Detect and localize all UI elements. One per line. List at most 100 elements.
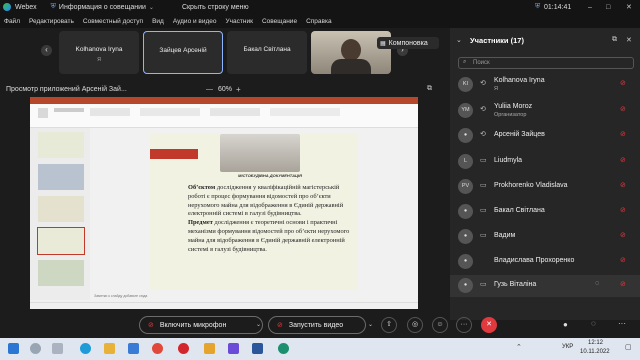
participant-row[interactable]: PV ▭ Prokhorenko Vladislava ⊘ xyxy=(450,176,640,198)
video-tile-name: Kolhanova Iryna xyxy=(75,46,123,53)
mic-muted-icon[interactable]: ⊘ xyxy=(620,79,626,87)
video-off-icon: ⊘ xyxy=(277,322,283,329)
video-tile-active[interactable]: Зайцев Арсеній xyxy=(143,31,223,74)
popout-icon[interactable]: ⧉ xyxy=(612,36,617,44)
prev-video-button[interactable]: ‹ xyxy=(41,45,52,56)
participant-name: Yuliia Moroz xyxy=(494,103,533,110)
layout-button[interactable]: ▦ Компоновка xyxy=(377,37,439,49)
slide-thumbnail[interactable] xyxy=(38,164,84,190)
edge-browser-icon[interactable] xyxy=(80,343,91,354)
chevron-down-icon[interactable]: ⌄ xyxy=(149,4,154,11)
video-tile[interactable]: Kolhanova Iryna Я xyxy=(59,31,139,74)
close-icon[interactable]: ✕ xyxy=(626,3,632,11)
slide-thumbnail[interactable] xyxy=(38,196,84,222)
participant-row[interactable]: KI ⟲ Kolhanova Iryna Я ⊘ xyxy=(450,74,640,96)
task-view-icon[interactable] xyxy=(52,343,63,354)
menu-meeting[interactable]: Совещание xyxy=(262,18,297,25)
mic-muted-icon: ⊘ xyxy=(148,322,154,329)
tray-chevron-icon[interactable]: ⌃ xyxy=(516,343,522,351)
mic-muted-icon[interactable]: ⊘ xyxy=(620,156,626,164)
mic-muted-icon[interactable]: ⊘ xyxy=(620,206,626,214)
slide-thumbnail-selected[interactable] xyxy=(37,227,85,255)
chat-icon[interactable]: ◌ xyxy=(591,319,596,328)
collapse-icon[interactable]: ⌄ xyxy=(456,36,462,44)
minimize-icon[interactable]: – xyxy=(588,4,592,11)
slide-text: дослідження є теоретичні основи і практи… xyxy=(188,219,350,253)
video-tile-sub: Я xyxy=(97,57,101,63)
participant-row[interactable]: ● ⟲ Арсеній Зайцев ⊘ xyxy=(450,125,640,147)
clock-time[interactable]: 12:12 xyxy=(588,340,603,346)
mic-muted-icon[interactable]: ⊘ xyxy=(620,231,626,239)
zoom-out-button[interactable]: — xyxy=(206,86,213,93)
person-video-body xyxy=(331,59,371,74)
maximize-icon[interactable]: □ xyxy=(606,4,610,11)
participant-role: Я xyxy=(494,86,498,92)
participant-name: Арсеній Зайцев xyxy=(494,131,545,138)
participants-icon[interactable]: ● xyxy=(563,320,568,329)
person-icon: ● xyxy=(458,229,473,244)
participant-row[interactable]: ● ▭ Бакал Світлана ⊘ xyxy=(450,201,640,223)
hide-menu-bar-button[interactable]: Скрыть строку меню xyxy=(182,4,249,11)
avatar: L xyxy=(458,154,473,169)
start-video-button[interactable]: ⊘ Запустить видео xyxy=(268,316,366,334)
video-tile[interactable]: Бакал Світлана xyxy=(227,31,307,74)
person-icon: ● xyxy=(458,278,473,293)
search-icon[interactable] xyxy=(30,343,41,354)
language-indicator[interactable]: УКР xyxy=(562,344,573,350)
menu-share[interactable]: Совместный доступ xyxy=(83,18,143,25)
mic-muted-icon[interactable]: ⊘ xyxy=(620,105,626,113)
menu-edit[interactable]: Редактировать xyxy=(29,18,74,25)
zoom-in-button[interactable]: + xyxy=(236,85,241,94)
record-button[interactable]: ◎ xyxy=(407,317,423,333)
word-icon[interactable] xyxy=(252,343,263,354)
menu-bar: Файл Редактировать Совместный доступ Вид… xyxy=(0,14,640,28)
participant-row[interactable]: L ▭ Liudmyla ⊘ xyxy=(450,151,640,173)
mic-muted-icon[interactable]: ⊘ xyxy=(620,256,626,264)
more-options-button[interactable]: ··· xyxy=(456,317,472,333)
webex-icon[interactable] xyxy=(278,343,289,354)
menu-audio-video[interactable]: Аудио и видео xyxy=(173,18,217,25)
search-input[interactable]: ⌕ Поиск xyxy=(458,57,634,69)
menu-view[interactable]: Вид xyxy=(152,18,164,25)
explorer-icon[interactable] xyxy=(204,343,215,354)
opera-icon[interactable] xyxy=(178,343,189,354)
reactions-button[interactable]: ☺ xyxy=(432,317,448,333)
meeting-controls: ⊘ Включить микрофон ⌄ ⊘ Запустить видео … xyxy=(0,313,640,337)
chevron-down-icon[interactable]: ⌄ xyxy=(256,321,261,328)
menu-file[interactable]: Файл xyxy=(4,18,20,25)
popout-icon[interactable]: ⧉ xyxy=(427,85,432,93)
more-panels-icon[interactable]: ··· xyxy=(618,319,626,328)
person-icon: ● xyxy=(458,254,473,269)
menu-participant[interactable]: Участник xyxy=(226,18,253,25)
participant-name: Бакал Світлана xyxy=(494,207,545,214)
unmute-button[interactable]: ⊘ Включить микрофон xyxy=(139,316,263,334)
windows-start-icon[interactable] xyxy=(8,343,19,354)
chrome-icon[interactable] xyxy=(152,343,163,354)
participant-name: Гузь Віталіна xyxy=(494,281,537,288)
share-button[interactable]: ⇧ xyxy=(381,317,397,333)
notification-icon[interactable]: ▢ xyxy=(625,343,632,351)
participant-row[interactable]: YM ⟲ Yuliia Moroz Организатор ⊘ xyxy=(450,100,640,122)
mic-muted-icon[interactable]: ⊘ xyxy=(620,130,626,138)
mic-muted-icon[interactable]: ⊘ xyxy=(620,280,626,288)
chat-icon[interactable]: ◌ xyxy=(595,280,599,287)
participant-name: Kolhanova Iryna xyxy=(494,77,545,84)
chevron-down-icon[interactable]: ⌄ xyxy=(368,321,373,328)
app-icon[interactable] xyxy=(228,343,239,354)
leave-meeting-button[interactable]: ✕ xyxy=(481,317,497,333)
title-bar: Webex ⛨ Информация о совещании ⌄ Скрыть … xyxy=(0,0,640,14)
computer-audio-icon: ▭ xyxy=(480,207,487,214)
store-icon[interactable] xyxy=(128,343,139,354)
participant-row-hovered[interactable]: ● ▭ Гузь Віталіна ◌ ⊘ xyxy=(450,275,640,297)
shield-icon: ⛨ xyxy=(535,3,541,10)
slide-thumbnail[interactable] xyxy=(38,260,84,286)
clock-date[interactable]: 10.11.2022 xyxy=(580,349,610,355)
participant-row[interactable]: ● ▭ Вадим ⊘ xyxy=(450,226,640,248)
meeting-info-button[interactable]: Информация о совещании xyxy=(59,4,146,11)
slide-thumbnail[interactable] xyxy=(38,132,84,158)
menu-help[interactable]: Справка xyxy=(306,18,332,25)
participant-row[interactable]: ● Владислава Прохоренко ⊘ xyxy=(450,251,640,273)
close-icon[interactable]: ✕ xyxy=(626,36,632,44)
folder-icon[interactable] xyxy=(104,343,115,354)
mic-muted-icon[interactable]: ⊘ xyxy=(620,181,626,189)
